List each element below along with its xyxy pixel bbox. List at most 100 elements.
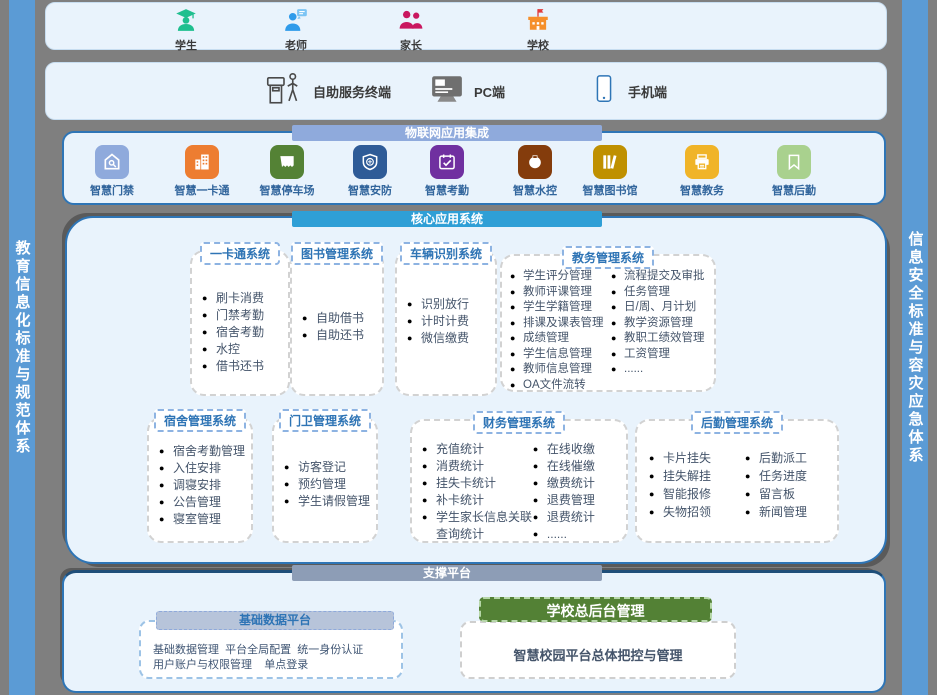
dorm-system-box: 宿舍管理系统 宿舍考勤管理入住安排调寝安排公告管理寝室管理	[147, 417, 253, 543]
school-icon	[525, 20, 551, 37]
list-item: 访客登记	[284, 459, 374, 476]
list-item: 水控	[202, 341, 284, 358]
iot-item-access-control: 智慧门禁	[68, 145, 156, 198]
academic-printer-icon	[685, 145, 719, 179]
system-box-items: 充值统计消费统计挂失卡统计补卡统计学生家长信息关联查询统计	[422, 441, 533, 543]
list-item: 自助还书	[302, 327, 378, 344]
left-rail-label: 教育信息化标准与规范体系	[12, 240, 33, 456]
left-standards-rail: 教育信息化标准与规范体系	[9, 0, 35, 695]
list-item: 预约管理	[284, 476, 374, 493]
academic-system-box: 教务管理系统 学生评分管理教师评课管理学生学籍管理排课及课表管理成绩管理学生信息…	[500, 254, 716, 392]
list-item: 日/周、月计划	[611, 300, 712, 316]
logistics-system-box: 后勤管理系统 卡片挂失挂失解挂智能报修失物招领 后勤派工任务进度留言板新闻管理	[635, 419, 839, 543]
system-box-title: 财务管理系统	[473, 411, 565, 434]
iot-section-title: 物联网应用集成	[292, 125, 602, 141]
system-box-items: 卡片挂失挂失解挂智能报修失物招领	[649, 449, 745, 521]
list-item: 任务管理	[611, 285, 712, 301]
gate-system-box: 门卫管理系统 访客登记预约管理学生请假管理	[272, 417, 378, 543]
base-platform-line: 用户账户与权限管理 单点登录	[141, 658, 401, 673]
iot-item-label: 智慧考勤	[403, 182, 491, 198]
student-icon	[173, 20, 199, 37]
system-box-title: 后勤管理系统	[691, 411, 783, 434]
system-box-items: 自助借书自助还书	[292, 252, 382, 344]
terminal-label: PC端	[474, 82, 505, 101]
list-item: 宿舍考勤管理	[159, 443, 249, 460]
list-item: 排课及课表管理	[510, 316, 611, 332]
list-item: 学生学籍管理	[510, 300, 611, 316]
list-item: 充值统计	[422, 441, 533, 458]
system-box-items: 后勤派工任务进度留言板新闻管理	[745, 449, 835, 521]
system-box-items: 流程提交及审批任务管理日/周、月计划教学资源管理教职工绩效管理工资管理.....…	[611, 269, 712, 393]
list-item: 计时计费	[407, 313, 491, 330]
list-item: 门禁考勤	[202, 307, 284, 324]
list-item: 自助借书	[302, 310, 378, 327]
list-item: 挂失解挂	[649, 467, 745, 485]
finance-system-box: 财务管理系统 充值统计消费统计挂失卡统计补卡统计学生家长信息关联查询统计 在线收…	[410, 419, 628, 543]
list-item: 刷卡消费	[202, 290, 284, 307]
support-section-title: 支撑平台	[292, 565, 602, 581]
system-box-title: 车辆识别系统	[400, 242, 492, 265]
library-books-icon	[593, 145, 627, 179]
list-item: 挂失卡统计	[422, 475, 533, 492]
iot-item-security: 智慧安防	[326, 145, 414, 198]
iot-item-label: 智慧教务	[658, 182, 746, 198]
water-control-icon	[518, 145, 552, 179]
terminal-pc: PC端	[429, 63, 505, 119]
smart-campus-architecture-diagram: 教育信息化标准与规范体系 信息安全标准与容灾应急体系 学生 老师	[0, 0, 937, 695]
terminal-kiosk: 自助服务终端	[264, 63, 391, 119]
teacher-icon	[283, 20, 309, 37]
user-roles-panel: 学生 老师 家长	[45, 2, 887, 50]
list-item: 借书还书	[202, 358, 284, 375]
list-item: ......	[611, 362, 712, 378]
system-box-items: 访客登记预约管理学生请假管理	[274, 419, 376, 510]
list-item: 在线催缴	[533, 458, 624, 475]
system-box-items: 学生评分管理教师评课管理学生学籍管理排课及课表管理成绩管理学生信息管理教师信息管…	[510, 269, 611, 393]
access-control-icon	[95, 145, 129, 179]
iot-item-label: 智慧后勤	[750, 182, 838, 198]
core-systems-panel: 核心应用系统 一卡通系统 刷卡消费门禁考勤宿舍考勤水控借书还书 图书管理系统 自…	[65, 216, 887, 564]
user-role-school: 学校	[498, 7, 578, 53]
list-item: 退费统计	[533, 509, 624, 526]
system-box-title: 教务管理系统	[562, 246, 654, 269]
iot-item-library: 智慧图书馆	[566, 145, 654, 198]
school-admin-box: 智慧校园平台总体把控与管理	[460, 621, 736, 679]
user-role-label: 老师	[256, 37, 336, 53]
system-box-title: 图书管理系统	[291, 242, 383, 265]
list-item: 失物招领	[649, 503, 745, 521]
parking-icon	[270, 145, 304, 179]
iot-item-academic: 智慧教务	[658, 145, 746, 198]
system-box-title: 门卫管理系统	[279, 409, 371, 432]
list-item: 流程提交及审批	[611, 269, 712, 285]
kiosk-icon	[264, 69, 304, 114]
system-box-items: 刷卡消费门禁考勤宿舍考勤水控借书还书	[192, 252, 288, 375]
list-item: 卡片挂失	[649, 449, 745, 467]
school-admin-title: 学校总后台管理	[479, 597, 712, 622]
library-system-box: 图书管理系统 自助借书自助还书	[290, 250, 384, 396]
list-item: 学生请假管理	[284, 493, 374, 510]
iot-item-parking: 智慧停车场	[243, 145, 331, 198]
school-admin-description: 智慧校园平台总体把控与管理	[513, 637, 682, 664]
logistics-bookmark-icon	[777, 145, 811, 179]
list-item: 寝室管理	[159, 511, 249, 528]
terminal-phone: 手机端	[589, 63, 667, 119]
list-item: ......	[533, 526, 624, 543]
iot-item-onecard: 智慧一卡通	[158, 145, 246, 198]
list-item: 消费统计	[422, 458, 533, 475]
terminals-panel: 自助服务终端 PC端 手机端	[45, 62, 887, 120]
pc-icon	[429, 72, 465, 111]
terminal-label: 手机端	[628, 82, 667, 101]
list-item: 教职工绩效管理	[611, 331, 712, 347]
support-platform-panel: 支撑平台 基础数据平台 基础数据管理 平台全局配置 统一身份认证 用户账户与权限…	[62, 570, 886, 693]
list-item: 成绩管理	[510, 331, 611, 347]
list-item: 后勤派工	[745, 449, 835, 467]
list-item: 任务进度	[745, 467, 835, 485]
user-role-label: 家长	[371, 37, 451, 53]
system-box-title: 一卡通系统	[200, 242, 280, 265]
iot-item-label: 智慧图书馆	[566, 182, 654, 198]
list-item: 补卡统计	[422, 492, 533, 509]
list-item: 入住安排	[159, 460, 249, 477]
system-box-items: 在线收缴在线催缴缴费统计退费管理退费统计......	[533, 441, 624, 543]
list-item: 公告管理	[159, 494, 249, 511]
list-item: 宿舍考勤	[202, 324, 284, 341]
iot-item-attendance: 智慧考勤	[403, 145, 491, 198]
